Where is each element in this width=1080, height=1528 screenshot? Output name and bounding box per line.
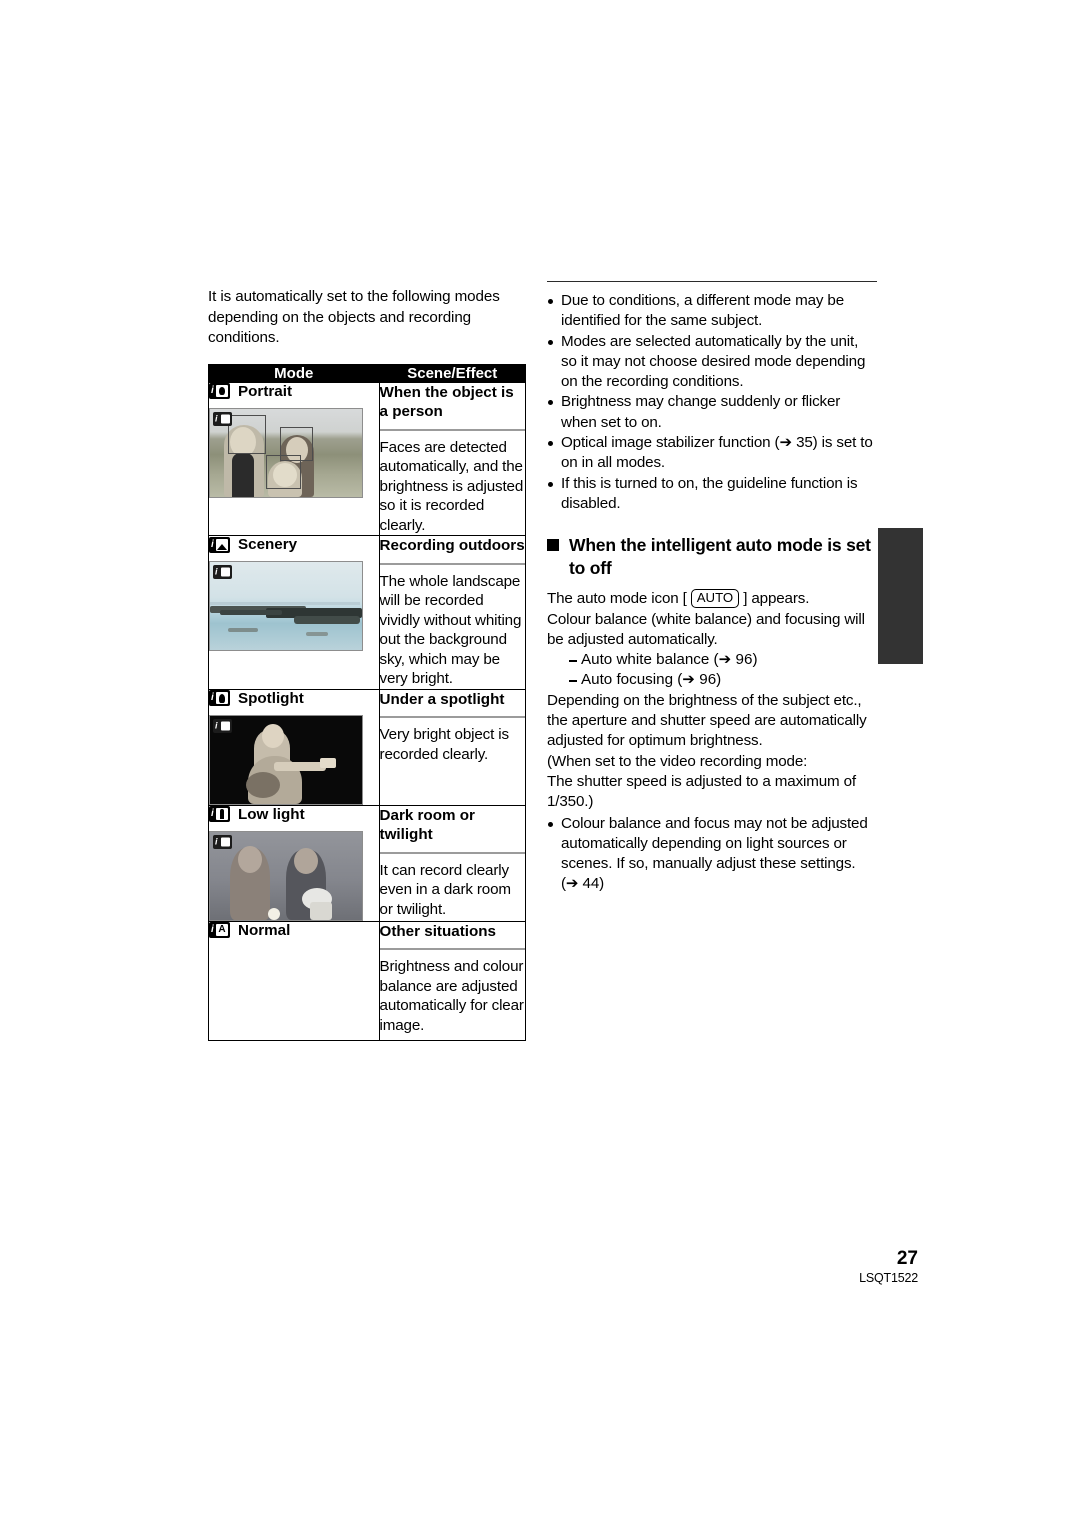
spotlight-osd-icon (213, 718, 232, 733)
square-bullet-icon (547, 539, 559, 552)
section-heading-text: When the intelligent auto mode is set to… (569, 535, 871, 579)
section-heading: When the intelligent auto mode is set to… (547, 534, 877, 580)
effect-heading: Dark room or twilight (379, 806, 475, 844)
final-note-list: Colour balance and focus may not be adju… (547, 814, 877, 895)
auto-icon-text-after: ] appears. (739, 590, 810, 608)
effect-divider (379, 562, 525, 565)
mode-name: Spotlight (238, 689, 304, 707)
colour-balance-paragraph: Colour balance (white balance) and focus… (547, 610, 865, 648)
thumbnail-scenery (209, 561, 363, 652)
table-header-row: Mode Scene/Effect (208, 363, 527, 383)
page-footer: 27 LSQT1522 (0, 1248, 1080, 1287)
auto-icon-text-before: The auto mode icon [ (547, 590, 691, 608)
right-column: Due to conditions, a different mode may … (547, 281, 877, 895)
scene-low-light-photo (210, 831, 362, 920)
effect-description: Very bright object is recorded clearly. (379, 726, 510, 763)
left-column: It is automatically set to the following… (208, 272, 527, 1041)
effect-divider (379, 428, 525, 431)
mode-label-normal: Normal (209, 922, 379, 939)
low-light-mode-icon (209, 806, 230, 823)
effect-heading: When the object is a person (379, 383, 514, 421)
shutter-speed-paragraph: The shutter speed is adjusted to a maxim… (547, 772, 856, 811)
column-header-mode: Mode (208, 363, 380, 383)
scene-portrait-photo (210, 408, 362, 497)
effect-description: It can record clearly even in a dark roo… (379, 861, 512, 918)
list-item: Optical image stabilizer function (➔ 35)… (547, 433, 877, 474)
auto-icon-paragraph: The auto mode icon [ AUTO ] appears. (547, 589, 877, 609)
portrait-mode-icon (209, 383, 230, 400)
portrait-osd-icon (213, 411, 232, 426)
page-number: 27 (896, 1248, 918, 1269)
scene-scenery-photo (210, 562, 362, 651)
scenery-osd-icon (213, 565, 232, 580)
thumbnail-portrait (209, 407, 363, 498)
chapter-thumb-tab (878, 528, 923, 664)
list-item: Colour balance and focus may not be adju… (547, 814, 877, 895)
normal-mode-icon (209, 922, 230, 939)
effect-divider (379, 716, 525, 719)
effect-divider (379, 948, 525, 951)
thumbnail-spotlight (209, 714, 363, 805)
list-item: Brightness may change suddenly or flicke… (547, 392, 877, 433)
list-item: Modes are selected automatically by the … (547, 332, 877, 393)
thumbnail-low-light (209, 830, 363, 921)
scenery-mode-icon (209, 536, 230, 553)
mode-cell-spotlight: Spotlight (208, 688, 380, 806)
table-row: Normal Other situations Brightness and c… (208, 920, 527, 1041)
mode-label-spotlight: Spotlight (209, 690, 379, 707)
mode-label-scenery: Scenery (209, 536, 379, 553)
mode-scene-effect-table: Mode Scene/Effect Portrait (208, 363, 527, 1041)
mode-label-low-light: Low light (209, 806, 379, 823)
document-page: It is automatically set to the following… (0, 0, 1080, 1528)
scene-spotlight-photo (210, 715, 362, 804)
document-code: LSQT1522 (859, 1271, 918, 1285)
column-header-scene-effect: Scene/Effect (378, 363, 527, 383)
effect-heading: Under a spotlight (379, 690, 505, 708)
effect-cell-low-light: Dark room or twilight It can record clea… (378, 804, 527, 922)
effect-description: Faces are detected automatically, and th… (379, 438, 524, 534)
table-row: Portrait (208, 381, 527, 537)
mode-label-portrait: Portrait (209, 383, 379, 400)
mode-cell-portrait: Portrait (208, 381, 380, 537)
auto-settings-list: Auto white balance (➔ 96) Auto focusing … (547, 650, 877, 691)
aperture-shutter-paragraph: Depending on the brightness of the subje… (547, 691, 867, 750)
mode-name: Normal (238, 921, 291, 939)
effect-cell-normal: Other situations Brightness and colour b… (378, 920, 527, 1041)
effect-cell-spotlight: Under a spotlight Very bright object is … (378, 688, 527, 806)
table-row: Low light (208, 804, 527, 922)
effect-cell-portrait: When the object is a person Faces are de… (378, 381, 527, 537)
table-row: Spotlight (208, 688, 527, 806)
list-item: If this is turned to on, the guideline f… (547, 474, 877, 515)
list-item: Auto white balance (➔ 96) (569, 650, 877, 670)
list-item: Due to conditions, a different mode may … (547, 291, 877, 332)
mode-name: Portrait (238, 382, 293, 400)
low-light-osd-icon (213, 834, 232, 849)
mode-cell-low-light: Low light (208, 804, 380, 922)
effect-divider (379, 851, 525, 854)
mode-cell-normal: Normal (208, 920, 380, 1041)
mode-name: Scenery (238, 536, 298, 554)
auto-mode-icon: AUTO (690, 589, 740, 609)
effect-heading: Other situations (379, 922, 496, 940)
table-row: Scenery (208, 535, 527, 690)
intro-paragraph: It is automatically set to the following… (208, 288, 500, 347)
mode-name: Low light (238, 805, 305, 823)
column-top-divider (547, 281, 877, 282)
mode-cell-scenery: Scenery (208, 535, 380, 690)
effect-cell-scenery: Recording outdoors The whole landscape w… (378, 535, 527, 690)
spotlight-mode-icon (209, 690, 230, 707)
video-mode-paragraph: (When set to the video recording mode: (547, 752, 808, 770)
effect-description: The whole landscape will be recorded viv… (379, 572, 522, 688)
effect-heading: Recording outdoors (379, 537, 525, 555)
list-item: Auto focusing (➔ 96) (569, 670, 877, 690)
notes-bullet-list: Due to conditions, a different mode may … (547, 291, 877, 514)
effect-description: Brightness and colour balance are adjust… (379, 958, 524, 1034)
